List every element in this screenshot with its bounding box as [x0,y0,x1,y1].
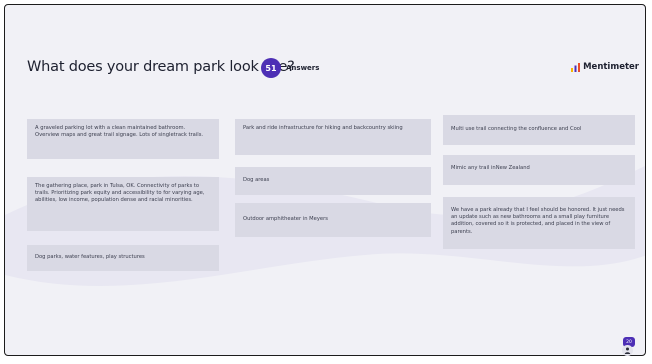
response-card: We have a park already that I feel shoul… [443,197,635,249]
response-card: The gathering place, park in Tulsa, OK. … [27,177,219,231]
response-text: Multi use trail connecting the confluenc… [451,126,582,132]
response-card: Dog parks, water features, play structur… [27,245,219,271]
person-icon [624,347,631,354]
response-card: Outdoor amphitheater in Meyers [235,203,431,237]
question-title: What does your dream park look like? [27,59,295,75]
response-card: Dog areas [235,167,431,195]
response-text: Park and ride infrastructure for hiking … [243,125,403,131]
participants-button[interactable] [622,345,633,356]
response-text: Mimic any trail inNew Zealand [451,165,530,171]
response-text: The gathering place, park in Tulsa, OK. … [35,183,205,204]
response-text: Dog areas [243,177,270,183]
response-text: We have a park already that I feel shoul… [451,207,625,235]
mentimeter-logo: Mentimeter [571,62,639,72]
bar-chart-icon [571,62,581,72]
answer-count-label: Answers [286,64,320,72]
answer-count-badge: 51 [261,58,281,78]
response-text: A graveled parking lot with a clean main… [35,125,204,139]
response-card: A graveled parking lot with a clean main… [27,119,219,159]
response-card: Mimic any trail inNew Zealand [443,155,635,185]
response-text: Outdoor amphitheater in Meyers [243,216,328,222]
response-text: Dog parks, water features, play structur… [35,254,145,260]
presentation-slide: What does your dream park look like? 51 … [4,4,646,356]
brand-name: Mentimeter [583,62,639,72]
response-card: Park and ride infrastructure for hiking … [235,119,431,155]
response-card: Multi use trail connecting the confluenc… [443,115,635,145]
